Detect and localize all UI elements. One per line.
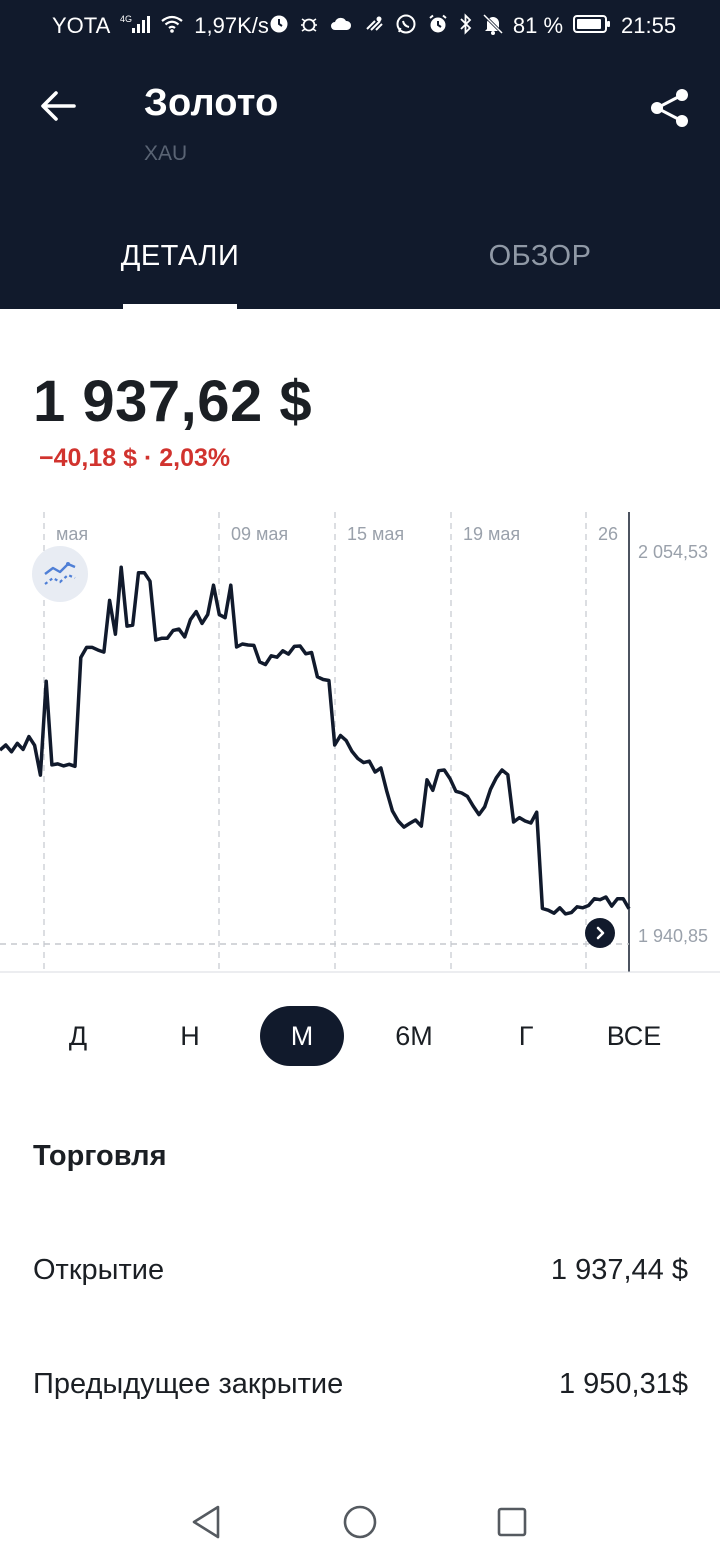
bluetooth-icon — [459, 13, 473, 39]
tab-review[interactable]: ОБЗОР — [480, 240, 600, 308]
price-chart[interactable]: мая 09 мая 15 мая 19 мая 26 2 054,53 1 9… — [0, 512, 720, 974]
chevron-right-icon — [596, 926, 605, 940]
page-subtitle: XAU — [144, 142, 188, 165]
status-right: 81 % 21:55 — [269, 13, 676, 39]
nav-recents-button[interactable] — [490, 1500, 534, 1544]
range-selector: Д Н М 6М Г ВСЕ — [0, 1004, 720, 1068]
stat-label: Открытие — [33, 1254, 165, 1286]
back-nav-icon — [192, 1505, 220, 1539]
whatsapp-icon — [395, 13, 417, 39]
range-week-button[interactable]: Н — [160, 1006, 220, 1066]
signal-icon: 4G — [120, 13, 151, 39]
weather-icon — [363, 15, 385, 37]
chart-series-line — [0, 565, 631, 916]
range-6month-button[interactable]: 6М — [384, 1006, 444, 1066]
x-tick-label: 09 мая — [231, 524, 289, 544]
stat-value: 1 950,31$ — [558, 1368, 688, 1400]
x-tick-label: 19 мая — [463, 524, 521, 544]
nav-home-button[interactable] — [338, 1500, 382, 1544]
range-month-button[interactable]: М — [260, 1006, 344, 1066]
chart-grid — [43, 512, 587, 972]
tab-details[interactable]: ДЕТАЛИ — [118, 240, 242, 308]
page-title: Золото — [144, 82, 279, 124]
chart-canvas — [0, 512, 720, 973]
app-header: Золото XAU ДЕТАЛИ ОБЗОР — [0, 52, 720, 309]
x-tick-label: 15 мая — [347, 524, 405, 544]
x-tick-label: 26 — [598, 524, 619, 544]
home-nav-icon — [343, 1505, 377, 1539]
status-left: YOTA 4G 1,97K/s — [52, 13, 269, 39]
tab-indicator — [123, 304, 237, 309]
share-button[interactable] — [644, 82, 696, 134]
nav-back-button[interactable] — [184, 1500, 228, 1544]
alarm-icon — [427, 13, 449, 39]
stat-row-open: Открытие 1 937,44 $ — [33, 1254, 688, 1298]
share-icon — [651, 89, 688, 127]
system-nav-bar — [0, 1480, 720, 1560]
carrier-label: YOTA — [52, 13, 111, 38]
y-tick-label-min: 1 940,85 — [638, 926, 709, 946]
trend-toggle-button[interactable] — [32, 546, 88, 602]
range-year-button[interactable]: Г — [496, 1006, 556, 1066]
battery-icon — [573, 14, 611, 38]
stat-label: Предыдущее закрытие — [33, 1368, 344, 1400]
net-speed-label: 1,97K/s — [194, 13, 269, 38]
x-tick-label: мая — [56, 524, 89, 544]
stat-value: 1 937,44 $ — [550, 1254, 688, 1286]
battery-percent: 81 % — [512, 13, 564, 38]
back-button[interactable] — [34, 82, 82, 130]
cloud-icon — [329, 15, 353, 37]
mute-icon — [482, 13, 503, 39]
trend-chart-icon — [44, 562, 76, 585]
arrow-left-icon — [41, 91, 76, 121]
y-tick-label-max: 2 054,53 — [638, 542, 709, 562]
status-bar: YOTA 4G 1,97K/s 81 % 21:55 — [0, 0, 720, 52]
price-value: 1 937,62 $ — [33, 369, 313, 434]
range-all-button[interactable]: ВСЕ — [604, 1006, 664, 1066]
stat-row-prev-close: Предыдущее закрытие 1 950,31$ — [33, 1368, 688, 1412]
timer-icon — [269, 14, 289, 38]
wifi-icon — [160, 14, 184, 38]
network-type-label: 4G — [120, 14, 132, 24]
bug-icon — [299, 14, 319, 38]
section-title-trading: Торговля — [33, 1140, 167, 1172]
chart-scrub-handle[interactable] — [585, 918, 615, 948]
price-change: −40,18 $ · 2,03% — [39, 444, 231, 472]
recents-nav-icon — [497, 1507, 527, 1537]
range-day-button[interactable]: Д — [48, 1006, 108, 1066]
clock: 21:55 — [621, 13, 677, 38]
